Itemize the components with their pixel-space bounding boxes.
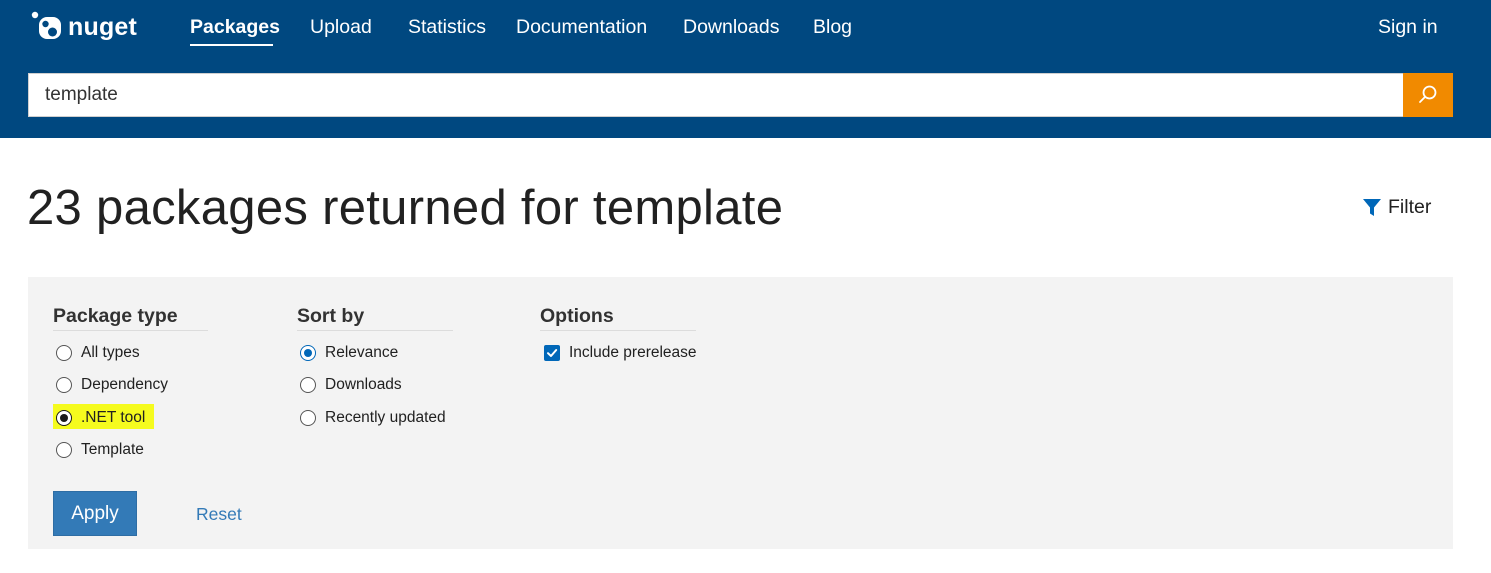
sign-in-link[interactable]: Sign in xyxy=(1378,14,1438,40)
sort-recently-updated[interactable]: Recently updated xyxy=(300,409,446,427)
results-title: 23 packages returned for template xyxy=(27,181,784,235)
options-group: Options xyxy=(540,305,696,331)
filter-label: Filter xyxy=(1388,196,1432,218)
radio-button[interactable] xyxy=(300,410,316,426)
radio-button[interactable] xyxy=(56,377,72,393)
package-type-dotnet-tool[interactable]: .NET tool xyxy=(56,409,145,427)
radio-button-selected[interactable] xyxy=(300,345,316,361)
package-type-dependency[interactable]: Dependency xyxy=(56,376,168,394)
package-type-all-types[interactable]: All types xyxy=(56,344,140,362)
option-label: Recently updated xyxy=(325,409,446,426)
search-button[interactable] xyxy=(1403,73,1453,117)
filter-toggle[interactable]: Filter xyxy=(1362,196,1431,219)
nuget-logo[interactable]: nuget xyxy=(31,10,137,44)
package-type-template[interactable]: Template xyxy=(56,441,144,459)
nav-statistics[interactable]: Statistics xyxy=(408,14,486,40)
filter-panel: Package type All types Dependency .NET t… xyxy=(28,277,1453,549)
include-prerelease-checkbox[interactable] xyxy=(544,345,560,361)
option-label: Downloads xyxy=(325,376,402,393)
active-nav-underline xyxy=(190,44,273,46)
filter-funnel-icon xyxy=(1363,198,1381,216)
top-header: nuget Packages Upload Statistics Documen… xyxy=(0,0,1491,138)
option-label: Relevance xyxy=(325,344,399,361)
nav-upload[interactable]: Upload xyxy=(310,14,372,40)
radio-button-selected[interactable] xyxy=(56,410,72,426)
package-type-title: Package type xyxy=(53,305,208,331)
apply-button[interactable]: Apply xyxy=(53,491,137,536)
search-icon xyxy=(1419,85,1437,103)
reset-link[interactable]: Reset xyxy=(196,504,242,525)
options-title: Options xyxy=(540,305,696,331)
logo-text: nuget xyxy=(68,12,138,41)
option-label: Dependency xyxy=(81,376,169,393)
search-input[interactable] xyxy=(28,73,1404,117)
radio-button[interactable] xyxy=(56,345,72,361)
sort-by-title: Sort by xyxy=(297,305,453,331)
package-type-group: Package type xyxy=(53,305,208,331)
option-label: Include prerelease xyxy=(569,344,697,361)
radio-button[interactable] xyxy=(56,442,72,458)
radio-button[interactable] xyxy=(300,377,316,393)
checkmark-icon xyxy=(547,349,558,357)
option-label: Template xyxy=(81,441,144,458)
nav-documentation[interactable]: Documentation xyxy=(516,14,647,40)
sort-downloads[interactable]: Downloads xyxy=(300,376,402,394)
option-label: .NET tool xyxy=(81,409,146,426)
sort-relevance[interactable]: Relevance xyxy=(300,344,398,362)
option-label: All types xyxy=(81,344,140,361)
nuget-logo-icon xyxy=(31,11,61,39)
sort-by-group: Sort by xyxy=(297,305,453,331)
nav-packages[interactable]: Packages xyxy=(190,14,280,40)
nav-blog[interactable]: Blog xyxy=(813,14,852,40)
include-prerelease-option[interactable]: Include prerelease xyxy=(544,344,697,362)
nav-downloads[interactable]: Downloads xyxy=(683,14,779,40)
search-bar xyxy=(28,73,1453,117)
